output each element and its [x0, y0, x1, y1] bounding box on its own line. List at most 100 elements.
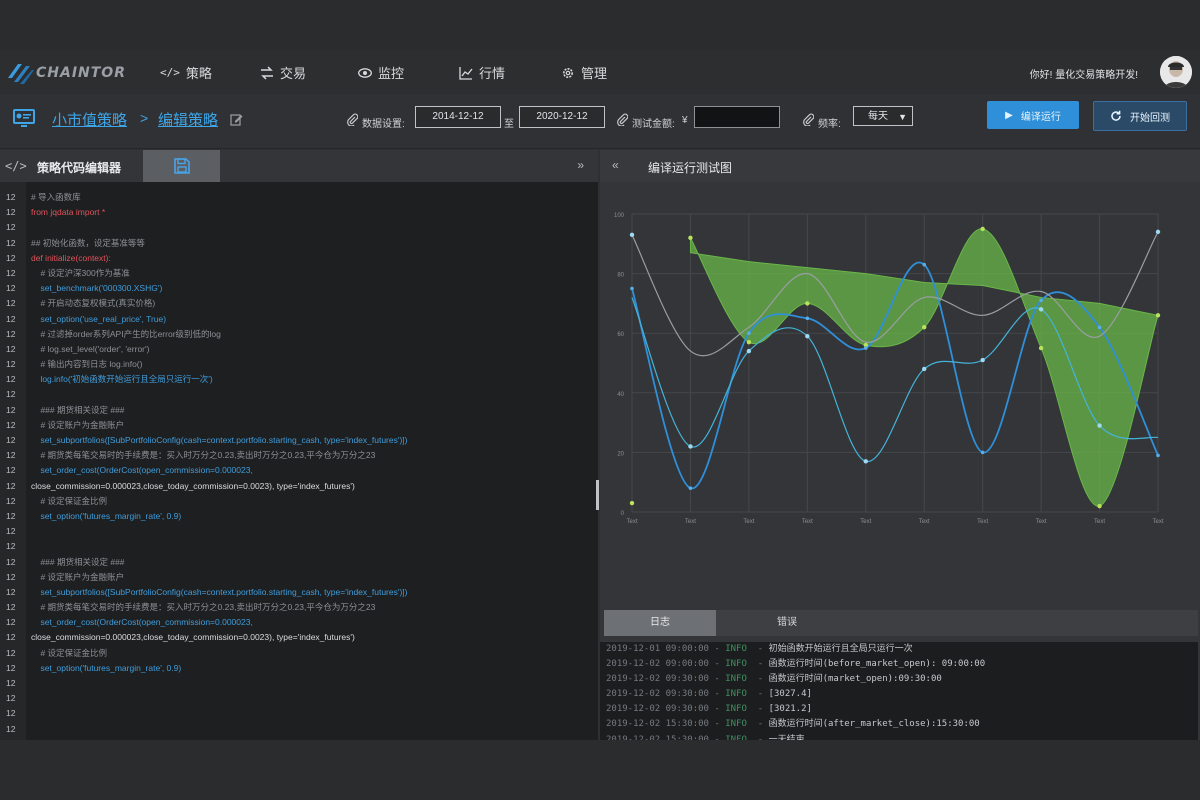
- play-icon: ▶: [1005, 109, 1013, 121]
- log-message: 初始函数开始运行且全局只运行一次: [768, 644, 913, 654]
- data-point: [1038, 307, 1044, 312]
- end-date-input[interactable]: 2020-12-12: [519, 106, 605, 128]
- code-line: 12 set_option('futures_margin_rate', 0.9…: [0, 509, 596, 524]
- code-text: set_option('futures_margin_rate', 0.9): [31, 662, 182, 673]
- line-number: 12: [6, 283, 16, 294]
- y-tick-label: 40: [617, 392, 624, 398]
- line-number: 12: [6, 465, 16, 476]
- data-point: [863, 346, 868, 350]
- date-range-separator: 至: [504, 119, 514, 130]
- data-point: [805, 301, 810, 306]
- nav-item-strategy[interactable]: </> 策略: [160, 63, 212, 82]
- code-line: 12 # 设定保证金比例: [0, 646, 596, 661]
- swap-icon: [261, 65, 273, 80]
- line-number: 12: [6, 389, 16, 400]
- data-point: [1097, 423, 1102, 428]
- x-tick-label: Text: [1036, 519, 1047, 525]
- data-point: [805, 316, 810, 321]
- backtest-button[interactable]: 开始回测: [1093, 101, 1187, 131]
- trend-icon: [459, 66, 473, 80]
- code-text: # 设定保证金比例: [31, 647, 108, 658]
- nav-item-trade[interactable]: 交易: [260, 63, 306, 82]
- line-number: 12: [6, 632, 16, 643]
- data-point: [746, 339, 752, 345]
- gear-icon: [563, 67, 573, 78]
- x-tick-label: Text: [919, 519, 930, 525]
- line-number: 12: [6, 252, 16, 263]
- edit-icon[interactable]: [230, 113, 243, 126]
- nav-item-market[interactable]: 行情: [459, 63, 505, 82]
- brand-logo[interactable]: CHAINTOR: [8, 60, 126, 86]
- code-text: # 设定账户为金融账户: [31, 419, 125, 430]
- amount-input[interactable]: [694, 106, 780, 128]
- y-tick-label: 80: [617, 273, 624, 279]
- app-window: CHAINTOR </> 策略 交易 监控 行情 管理 你好! 量化交易策略开发…: [0, 50, 1200, 762]
- data-point: [805, 333, 810, 339]
- expand-icon[interactable]: »: [577, 158, 584, 172]
- start-date-input[interactable]: 2014-12-12: [415, 106, 501, 128]
- data-point: [1155, 313, 1161, 318]
- code-text: set_subportfolios([SubPortfolioConfig(ca…: [31, 586, 408, 597]
- data-point: [629, 500, 635, 506]
- strategy-toolbar: 小市值策略 > 编辑策略 数据设置: 2014-12-12 至 2020-12-…: [0, 94, 1200, 149]
- panel-resize-handle[interactable]: [596, 480, 599, 510]
- data-point: [980, 226, 985, 232]
- line-number: 12: [6, 450, 16, 461]
- log-message: [3021.2]: [768, 704, 812, 715]
- tab-log[interactable]: 日志: [604, 610, 716, 636]
- data-settings-label: 数据设置:: [362, 119, 405, 130]
- save-button[interactable]: [143, 150, 220, 182]
- data-point: [629, 232, 635, 238]
- chart-container: 0 20 40 60 80 100 Text Text Text Text Text Text Text…: [600, 194, 1200, 594]
- code-text: from jqdata import *: [31, 207, 106, 218]
- code-icon: </>: [160, 66, 180, 79]
- breadcrumb-current[interactable]: 编辑策略: [158, 109, 218, 130]
- x-tick-label: Text: [743, 519, 754, 525]
- log-level: INFO: [725, 674, 747, 685]
- line-number: 12: [6, 328, 16, 339]
- line-number: 12: [6, 662, 16, 673]
- frequency-select[interactable]: 每天 ▼: [853, 106, 913, 126]
- code-line: 12 ### 期货相关设定 ###: [0, 555, 596, 570]
- log-level: INFO: [725, 689, 747, 700]
- log-time: 2019-12-02 09:30:00: [606, 689, 709, 700]
- tab-error[interactable]: 错误: [716, 610, 858, 636]
- code-text: ### 期货相关设定 ###: [31, 404, 125, 415]
- data-point: [1156, 453, 1160, 458]
- code-line: 12 log.info('初始函数开始运行且全局只运行一次'): [0, 372, 596, 387]
- compile-run-button[interactable]: ▶ 编译运行: [987, 101, 1079, 129]
- code-line: 12 # 期货类每笔交易时的手续费是：买入时万分之0.23,卖出时万分之0.23…: [0, 448, 596, 463]
- breadcrumb-root[interactable]: 小市值策略: [52, 109, 127, 130]
- code-line: 12 set_order_cost(OrderCost(open_commiss…: [0, 615, 596, 630]
- code-text: set_option('futures_margin_rate', 0.9): [31, 510, 182, 521]
- log-message: [3027.4]: [768, 689, 812, 700]
- paperclip-icon: [803, 113, 814, 126]
- nav-item-admin[interactable]: 管理: [561, 63, 607, 82]
- line-number: 12: [6, 435, 16, 445]
- code-text: set_option('use_real_price', True): [31, 313, 167, 324]
- top-nav: CHAINTOR </> 策略 交易 监控 行情 管理 你好! 量化交易策略开发…: [0, 50, 1200, 94]
- monitor-user-icon: [13, 109, 35, 127]
- log-time: 2019-12-02 09:30:00: [606, 674, 709, 685]
- y-tick-label: 20: [617, 451, 624, 457]
- data-point: [747, 331, 751, 335]
- line-number: 12: [6, 237, 16, 248]
- code-area[interactable]: 12 # 导入函数库 12 from jqdata import * 12 12 ## 初始…: [0, 190, 596, 737]
- code-text: # 设定账户为金融账户: [31, 571, 125, 582]
- line-number: 12: [6, 480, 16, 491]
- code-text: # 输出内容到日志 log.info(): [31, 359, 143, 370]
- code-line: 12 def initialize(context):: [0, 251, 596, 266]
- eye-icon: [358, 67, 372, 78]
- code-icon: </>: [5, 159, 27, 173]
- code-text: # log.set_level('order', 'error'): [31, 343, 150, 354]
- user-greeting: 你好! 量化交易策略开发!: [1030, 66, 1138, 81]
- collapse-icon[interactable]: «: [612, 158, 619, 172]
- log-line: 2019-12-02 09:30:00 - INFO - [3021.2]: [606, 704, 812, 715]
- nav-item-monitor[interactable]: 监控: [358, 63, 404, 82]
- code-text: # 开启动态复权模式(真实价格): [31, 298, 156, 309]
- avatar[interactable]: [1160, 56, 1192, 88]
- code-text: # 期货类每笔交易时的手续费是：买入时万分之0.23,卖出时万分之0.23,平今…: [31, 602, 376, 613]
- data-point: [746, 348, 752, 354]
- line-number: 12: [6, 510, 16, 521]
- log-line: 2019-12-02 09:30:00 - INFO - [3027.4]: [606, 689, 812, 700]
